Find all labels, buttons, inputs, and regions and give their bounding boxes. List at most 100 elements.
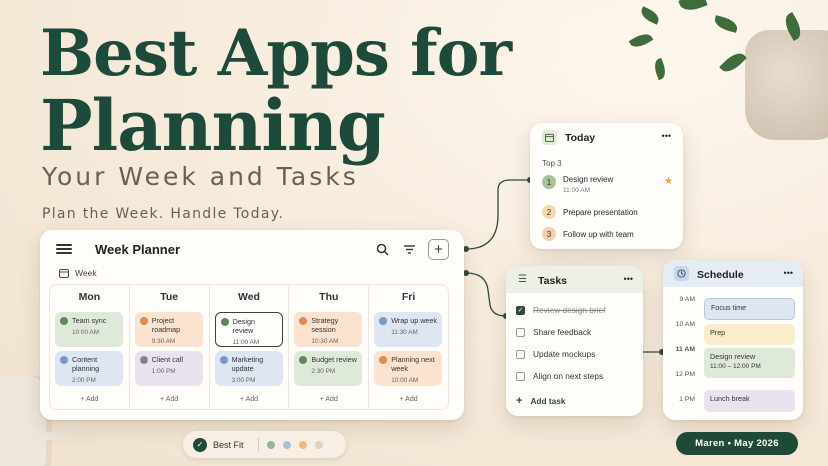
plus-icon: + (516, 395, 523, 407)
event-card[interactable]: Project roadmap 9:30 AM (134, 312, 203, 347)
color-dot[interactable] (298, 440, 307, 449)
best-fit-pill[interactable]: ✓ Best Fit (183, 431, 346, 458)
time-label: 10 AM (675, 321, 695, 328)
status-dot (219, 356, 228, 364)
event-title: Lunch break (710, 394, 750, 403)
event-time: 11:00 – 12:00 PM (710, 363, 761, 370)
status-dot (220, 318, 229, 326)
schedule-event[interactable]: Lunch break (704, 390, 795, 412)
schedule-event[interactable]: Design review 11:00 – 12:00 PM (704, 348, 795, 378)
checkbox-checked[interactable]: ✓ (516, 305, 525, 315)
day-header: Wed (238, 291, 260, 303)
status-dot (299, 356, 308, 364)
status-dot (299, 317, 308, 325)
event-title: Marketing update (231, 355, 264, 373)
day-header: Thu (319, 291, 339, 303)
event-time: 2:00 PM (72, 377, 96, 384)
checkbox[interactable] (516, 371, 525, 381)
event-card[interactable]: Strategy session 10:30 AM (294, 312, 363, 347)
view-label: Week (75, 268, 97, 278)
signature-badge: Maren • May 2026 (676, 432, 798, 455)
event-title: Project roadmap (151, 316, 181, 334)
add-event-link[interactable]: + Add (289, 396, 368, 403)
week-grid: Mon Team sync 10:00 AM Content planning 2:00… (49, 284, 449, 410)
event-time: 2:30 PM (311, 368, 336, 375)
view-selector[interactable]: Week (59, 268, 97, 278)
schedule-event[interactable]: Prep (704, 324, 795, 345)
event-title: Budget review (311, 355, 357, 364)
filter-icon[interactable] (401, 241, 417, 257)
priority-badge: 3 (542, 227, 556, 241)
calendar-icon (542, 130, 557, 145)
menu-icon[interactable] (56, 242, 72, 256)
event-title: Wrap up week (391, 316, 437, 325)
add-event-link[interactable]: + Add (210, 396, 289, 403)
color-dot[interactable] (282, 440, 291, 449)
week-planner-card: Week Planner + Week Mon Team sync 10:00 AM… (40, 230, 464, 420)
task-item[interactable]: Align on next steps (516, 371, 603, 381)
event-card[interactable]: Wrap up week 11:30 AM (374, 312, 443, 347)
today-item-title: Follow up with team (563, 229, 634, 239)
color-dot[interactable] (314, 440, 323, 449)
day-column-fri: Fri Wrap up week 11:30 AM Planning next wee… (369, 285, 448, 409)
today-card: Today ••• Top 3 1 Design review 11:00 AM… (530, 123, 683, 249)
event-title: Planning next week (391, 355, 435, 373)
time-label: 12 PM (675, 371, 695, 378)
connector-today (465, 179, 530, 250)
status-dot (379, 317, 388, 325)
day-column-mon: Mon Team sync 10:00 AM Content planning 2:00… (50, 285, 130, 409)
today-item-time: 11:00 AM (563, 187, 590, 194)
search-icon[interactable] (374, 241, 390, 257)
add-event-link[interactable]: + Add (369, 396, 448, 403)
divider (257, 437, 259, 452)
event-card[interactable]: Content planning 2:00 PM (55, 351, 123, 386)
event-title: Design review (710, 352, 756, 361)
today-item-2[interactable]: 2 Prepare presentation (542, 205, 638, 219)
event-card[interactable]: Team sync 10:00 AM (55, 312, 123, 347)
checkbox[interactable] (516, 349, 525, 359)
add-event-link[interactable]: + Add (50, 396, 129, 403)
schedule-event[interactable]: Focus time (704, 298, 795, 320)
event-time: 11:00 AM (232, 339, 260, 346)
top3-label: Top 3 (542, 159, 562, 168)
task-item[interactable]: ✓ Review design brief (516, 305, 605, 315)
day-column-tue: Tue Project roadmap 9:30 AM Client call 1:00… (130, 285, 210, 409)
checkbox[interactable] (516, 327, 525, 337)
event-card[interactable]: Planning next week 10:00 AM (374, 351, 443, 386)
more-icon[interactable]: ••• (624, 274, 633, 284)
event-time: 10:00 AM (391, 377, 419, 384)
calendar-icon (59, 269, 69, 278)
today-item-3[interactable]: 3 Follow up with team (542, 227, 634, 241)
event-card[interactable]: Design review 11:00 AM (214, 312, 283, 347)
day-header: Tue (160, 291, 179, 303)
event-card[interactable]: Marketing update 3:00 PM (214, 351, 283, 386)
more-icon[interactable]: ••• (784, 268, 793, 278)
add-event-link[interactable]: + Add (130, 396, 209, 403)
event-time: 9:30 AM (151, 338, 176, 345)
check-icon: ✓ (193, 437, 207, 452)
event-card[interactable]: Budget review 2:30 PM (294, 351, 363, 386)
today-item-1[interactable]: 1 Design review 11:00 AM (542, 175, 613, 194)
time-label: 1 PM (679, 396, 695, 403)
add-event-button[interactable]: + (428, 239, 449, 260)
task-label: Align on next steps (533, 371, 604, 381)
day-column-thu: Thu Strategy session 10:30 AM Budget review… (289, 285, 370, 409)
tasks-card: ☰ Tasks ••• ✓ Review design brief Share … (506, 266, 643, 416)
task-item[interactable]: Share feedback (516, 327, 591, 337)
task-item[interactable]: Update mockups (516, 349, 595, 359)
event-title: Prep (710, 328, 726, 337)
add-task-button[interactable]: + Add task (516, 395, 565, 407)
time-label: 11 AM (675, 346, 695, 353)
star-icon[interactable]: ★ (664, 176, 673, 187)
time-label: 9 AM (679, 296, 696, 303)
more-icon[interactable]: ••• (662, 131, 671, 141)
color-dot[interactable] (266, 440, 275, 449)
status-dot (139, 356, 148, 364)
today-title: Today (565, 132, 596, 144)
event-title: Focus time (711, 303, 747, 312)
task-label: Review design brief (533, 305, 606, 315)
event-card[interactable]: Client call 1:00 PM (134, 351, 203, 386)
event-title: Team sync (72, 316, 107, 325)
event-time: 11:30 AM (391, 329, 418, 336)
today-item-title: Design review (563, 175, 614, 184)
